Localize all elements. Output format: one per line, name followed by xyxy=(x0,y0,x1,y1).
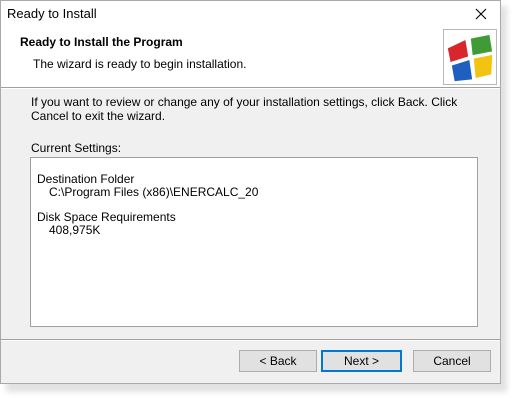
next-button[interactable]: Next > xyxy=(321,350,402,372)
header-divider-highlight xyxy=(1,88,500,89)
header-title: Ready to Install the Program xyxy=(20,35,183,49)
installer-dialog: Ready to Install Ready to Install the Pr… xyxy=(0,0,501,384)
header-subtitle: The wizard is ready to begin installatio… xyxy=(33,57,247,71)
cancel-button[interactable]: Cancel xyxy=(413,350,491,372)
back-button[interactable]: < Back xyxy=(239,350,317,372)
installer-windows-logo-icon xyxy=(446,33,494,83)
instructions-text: If you want to review or change any of y… xyxy=(31,95,458,123)
close-button[interactable] xyxy=(468,3,494,25)
settings-summary-box[interactable]: Destination Folder C:\Program Files (x86… xyxy=(30,157,478,327)
disk-space-label: Disk Space Requirements xyxy=(37,210,176,224)
destination-folder-value: C:\Program Files (x86)\ENERCALC_20 xyxy=(49,185,259,199)
current-settings-label: Current Settings: xyxy=(31,141,122,155)
installer-logo xyxy=(443,29,497,85)
close-icon xyxy=(475,8,487,20)
title-bar: Ready to Install xyxy=(1,1,500,27)
window-title: Ready to Install xyxy=(7,6,97,21)
footer-divider-highlight xyxy=(1,340,500,341)
wizard-header: Ready to Install the Program The wizard … xyxy=(1,27,500,87)
disk-space-value: 408,975K xyxy=(49,223,101,237)
